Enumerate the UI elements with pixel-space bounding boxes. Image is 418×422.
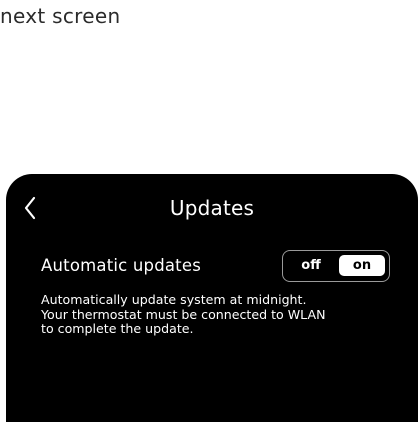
automatic-updates-toggle[interactable]: off on (282, 250, 390, 282)
toggle-off-option[interactable]: off (291, 257, 331, 274)
description-line: to complete the update. (41, 321, 194, 336)
automatic-updates-label: Automatic updates (41, 256, 201, 275)
setting-description: Automatically update system at midnight.… (41, 292, 413, 337)
description-line: Your thermostat must be connected to WLA… (41, 306, 326, 322)
toggle-on-option[interactable]: on (339, 255, 385, 276)
description-line: Automatically update system at midnight. (41, 292, 307, 307)
caption-text: next screen (0, 4, 121, 28)
page-title: Updates (169, 196, 255, 220)
thermostat-screen: Updates Automatic updates off on Automat… (6, 174, 418, 422)
